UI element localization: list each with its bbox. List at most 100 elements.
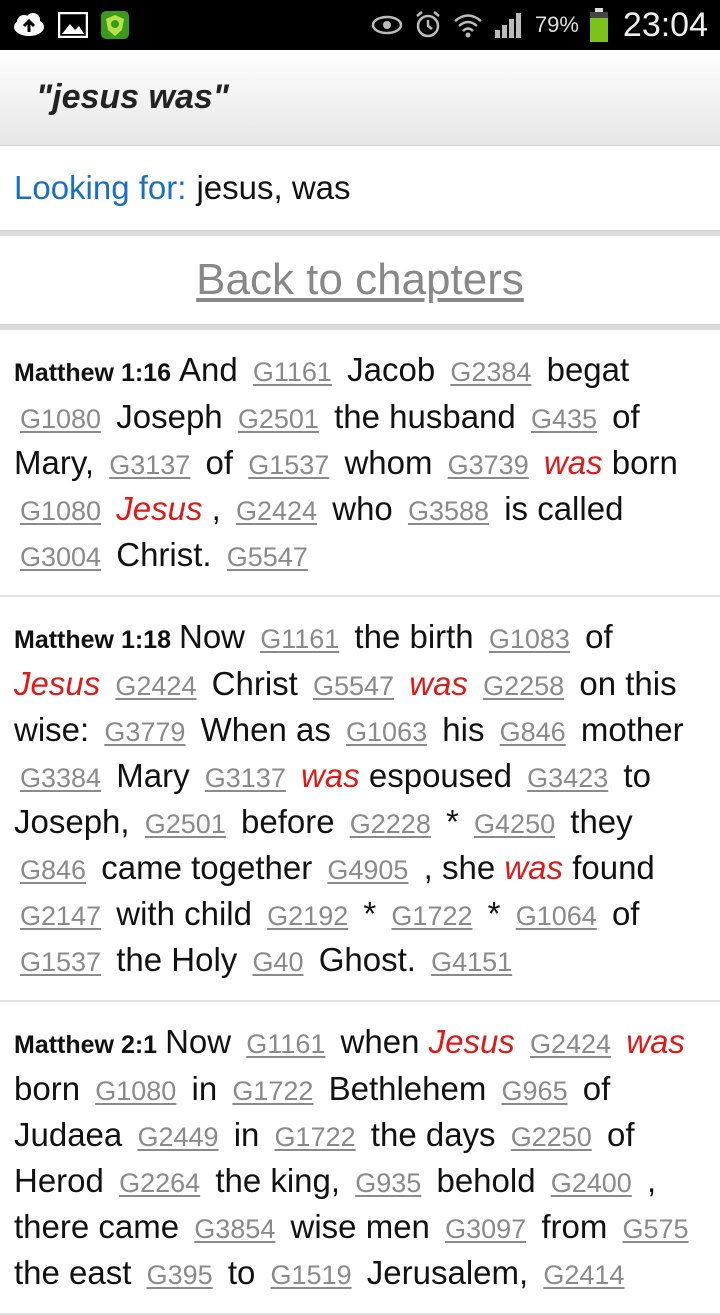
wifi-icon xyxy=(453,12,483,38)
strongs-link[interactable]: G2250 xyxy=(511,1122,592,1152)
strongs-link[interactable]: G3854 xyxy=(194,1214,275,1244)
strongs-link[interactable]: G3423 xyxy=(527,763,608,793)
strongs-link[interactable]: G2501 xyxy=(238,404,319,434)
strongs-link[interactable]: G3384 xyxy=(20,763,101,793)
verse-reference: Matthew 1:16 xyxy=(14,359,171,387)
search-label: Looking for: xyxy=(14,169,187,206)
verse-text: with child xyxy=(116,895,252,932)
verse-text: , xyxy=(211,490,221,527)
strongs-link[interactable]: G2384 xyxy=(450,357,531,387)
strongs-link[interactable]: G2228 xyxy=(350,809,431,839)
strongs-link[interactable]: G575 xyxy=(623,1214,689,1244)
verse-text: found xyxy=(572,849,655,886)
strongs-link[interactable]: G1161 xyxy=(246,1029,325,1059)
strongs-link[interactable]: G3137 xyxy=(205,763,286,793)
strongs-link[interactable]: G4905 xyxy=(327,855,408,885)
strongs-link[interactable]: G2258 xyxy=(483,671,564,701)
highlighted-term: was xyxy=(543,444,603,481)
highlighted-term: was xyxy=(504,849,564,886)
verse-item[interactable]: Matthew 1:16 And G1161 Jacob G2384 begat … xyxy=(0,330,720,597)
strongs-link[interactable]: G1537 xyxy=(20,947,101,977)
verse-item[interactable]: Matthew 2:1 Now G1161 when Jesus G2424 wa… xyxy=(0,1002,720,1315)
verse-text: Christ xyxy=(211,665,298,702)
verse-text: they xyxy=(570,803,633,840)
strongs-link[interactable]: G1080 xyxy=(20,404,101,434)
strongs-link[interactable]: G1722 xyxy=(275,1122,356,1152)
verse-text: of xyxy=(205,444,234,481)
highlighted-term: Jesus xyxy=(14,665,101,702)
verse-text: * xyxy=(363,895,377,932)
highlighted-term: Jesus xyxy=(428,1023,515,1060)
strongs-link[interactable]: G1083 xyxy=(489,624,570,654)
back-to-chapters-link[interactable]: Back to chapters xyxy=(196,255,524,305)
eye-icon xyxy=(371,14,403,36)
cloud-upload-icon xyxy=(12,12,46,38)
verse-reference: Matthew 2:1 xyxy=(14,1031,158,1059)
strongs-link[interactable]: G2424 xyxy=(115,671,196,701)
verse-text: in xyxy=(233,1116,260,1153)
strongs-link[interactable]: G2400 xyxy=(551,1168,632,1198)
strongs-link[interactable]: G3779 xyxy=(104,717,185,747)
verse-text: , she xyxy=(423,849,496,886)
strongs-link[interactable]: G846 xyxy=(20,855,86,885)
verse-text: Ghost. xyxy=(318,941,416,978)
strongs-link[interactable]: G435 xyxy=(531,404,597,434)
verse-text: is called xyxy=(504,490,624,527)
verse-text: the days xyxy=(370,1116,496,1153)
strongs-link[interactable]: G2192 xyxy=(267,901,348,931)
verse-text: the Holy xyxy=(116,941,238,978)
strongs-link[interactable]: G3137 xyxy=(109,450,190,480)
strongs-link[interactable]: G1063 xyxy=(346,717,427,747)
battery-percent: 79% xyxy=(534,12,579,37)
strongs-link[interactable]: G3588 xyxy=(408,496,489,526)
verse-text: Mary xyxy=(116,757,190,794)
shield-app-icon xyxy=(100,10,130,40)
strongs-link[interactable]: G5547 xyxy=(313,671,394,701)
image-icon xyxy=(58,12,88,38)
highlighted-term: was xyxy=(626,1023,685,1060)
strongs-link[interactable]: G965 xyxy=(502,1076,568,1106)
search-terms: jesus, was xyxy=(196,169,351,206)
strongs-link[interactable]: G935 xyxy=(355,1168,421,1198)
action-bar: "jesus was" xyxy=(0,50,720,146)
strongs-link[interactable]: G846 xyxy=(500,717,566,747)
strongs-link[interactable]: G4151 xyxy=(431,947,512,977)
strongs-link[interactable]: G1537 xyxy=(248,450,329,480)
strongs-link[interactable]: G4250 xyxy=(474,809,555,839)
strongs-link[interactable]: G2449 xyxy=(137,1122,218,1152)
verse-text: his xyxy=(442,711,485,748)
highlighted-term: was xyxy=(301,757,360,794)
verse-item[interactable]: Matthew 1:18 Now G1161 the birth G1083 of… xyxy=(0,597,720,1002)
strongs-link[interactable]: G2147 xyxy=(20,901,101,931)
strongs-link[interactable]: G2264 xyxy=(119,1168,200,1198)
strongs-link[interactable]: G2501 xyxy=(145,809,226,839)
strongs-link[interactable]: G2424 xyxy=(236,496,317,526)
status-right: 79% 23:04 xyxy=(371,6,708,45)
strongs-link[interactable]: G395 xyxy=(147,1260,213,1290)
verse-text: before xyxy=(241,803,335,840)
page-title: "jesus was" xyxy=(36,78,229,116)
search-summary: Looking for: jesus, was xyxy=(0,146,720,230)
strongs-link[interactable]: G1722 xyxy=(232,1076,313,1106)
strongs-link[interactable]: G1722 xyxy=(391,901,472,931)
verse-text: the husband xyxy=(334,398,516,435)
strongs-link[interactable]: G1161 xyxy=(253,357,332,387)
strongs-link[interactable]: G2414 xyxy=(543,1260,624,1290)
verse-text: came together xyxy=(101,849,313,886)
strongs-link[interactable]: G1080 xyxy=(95,1076,176,1106)
strongs-link[interactable]: G3097 xyxy=(445,1214,526,1244)
verse-text: Jerusalem, xyxy=(366,1254,529,1291)
verse-text: * xyxy=(446,803,459,840)
strongs-link[interactable]: G1080 xyxy=(20,496,101,526)
strongs-link[interactable]: G40 xyxy=(252,947,303,977)
strongs-link[interactable]: G1064 xyxy=(516,901,597,931)
verse-text: the birth xyxy=(354,618,474,655)
verse-text: wise men xyxy=(290,1208,430,1245)
strongs-link[interactable]: G3004 xyxy=(20,542,101,572)
signal-icon xyxy=(493,12,525,38)
strongs-link[interactable]: G1161 xyxy=(260,624,339,654)
strongs-link[interactable]: G3739 xyxy=(448,450,529,480)
strongs-link[interactable]: G1519 xyxy=(271,1260,352,1290)
strongs-link[interactable]: G2424 xyxy=(530,1029,611,1059)
strongs-link[interactable]: G5547 xyxy=(227,542,308,572)
